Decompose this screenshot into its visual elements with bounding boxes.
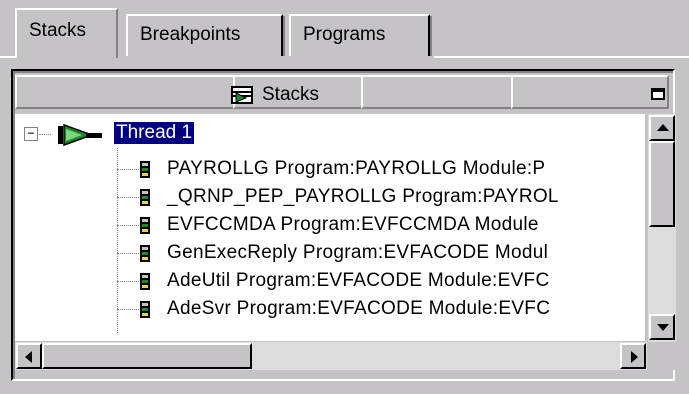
horizontal-scrollbar[interactable] <box>15 342 647 370</box>
panel-title: Stacks <box>230 84 319 106</box>
tree-row-frame[interactable]: _QRNP_PEP_PAYROLLG Program:PAYROL <box>15 184 645 212</box>
tree-row-frame[interactable]: AdeSvr Program:EVFACODE Module:EVFC <box>15 296 645 324</box>
tab-stacks-label: Stacks <box>29 20 87 41</box>
stack-frame-icon <box>140 245 150 262</box>
stack-frame-icon <box>140 189 150 206</box>
stack-frame-icon <box>140 217 150 234</box>
scroll-down-button[interactable] <box>649 314 675 340</box>
tab-breakpoints-label: Breakpoints <box>140 24 241 45</box>
tab-programs-label: Programs <box>303 24 386 45</box>
tree-row-frame[interactable]: GenExecReply Program:EVFACODE Modul <box>15 240 645 268</box>
vertical-scrollbar[interactable] <box>648 114 676 342</box>
tree-row-frame[interactable]: PAYROLLG Program:PAYROLLG Module:P <box>15 156 645 184</box>
tab-programs[interactable]: Programs <box>289 14 432 56</box>
thread-run-icon <box>58 123 102 147</box>
tab-divider <box>434 56 689 58</box>
arrow-up-icon <box>657 124 669 131</box>
stack-tree: − Thread 1 PAYROLLG Program:PAYROLLG Mod… <box>15 114 645 341</box>
stack-frame-label: EVFCCMDA Program:EVFCCMDA Module <box>167 214 539 235</box>
stack-frame-icon <box>140 273 150 290</box>
tab-breakpoints[interactable]: Breakpoints <box>126 14 285 56</box>
scroll-left-button[interactable] <box>16 343 42 369</box>
header-cell <box>15 75 235 109</box>
panel-title-label: Stacks <box>262 84 320 105</box>
thread-label: Thread 1 <box>114 122 195 144</box>
stack-frame-label: AdeUtil Program:EVFACODE Module:EVFC <box>167 270 550 291</box>
stack-frame-label: AdeSvr Program:EVFACODE Module:EVFC <box>167 298 551 319</box>
vertical-scroll-thumb[interactable] <box>649 141 675 227</box>
maximize-icon[interactable] <box>651 88 665 100</box>
stack-frame-label: PAYROLLG Program:PAYROLLG Module:P <box>167 158 546 179</box>
stack-frame-icon <box>140 161 150 178</box>
arrow-down-icon <box>657 324 669 331</box>
scrollbar-corner <box>648 342 676 370</box>
stack-view-icon <box>231 86 253 104</box>
tree-row-thread[interactable]: − Thread 1 <box>15 120 645 148</box>
tab-stacks[interactable]: Stacks <box>15 8 118 58</box>
scroll-up-button[interactable] <box>649 115 675 141</box>
tree-row-frame[interactable]: EVFCCMDA Program:EVFCCMDA Module <box>15 212 645 240</box>
collapse-icon[interactable]: − <box>24 127 38 141</box>
header-cell <box>511 75 669 109</box>
tree-row-frame[interactable]: AdeUtil Program:EVFACODE Module:EVFC <box>15 268 645 296</box>
arrow-left-icon <box>25 351 32 363</box>
arrow-right-icon <box>631 351 638 363</box>
header-cell <box>361 75 513 109</box>
stack-frame-label: _QRNP_PEP_PAYROLLG Program:PAYROL <box>167 186 559 207</box>
horizontal-scroll-thumb[interactable] <box>42 343 252 369</box>
stack-frame-label: GenExecReply Program:EVFACODE Modul <box>167 242 549 263</box>
panel-header <box>15 73 669 113</box>
stack-frame-icon <box>140 301 150 318</box>
tab-bar: Stacks Breakpoints Programs <box>0 0 689 60</box>
scroll-right-button[interactable] <box>620 343 646 369</box>
